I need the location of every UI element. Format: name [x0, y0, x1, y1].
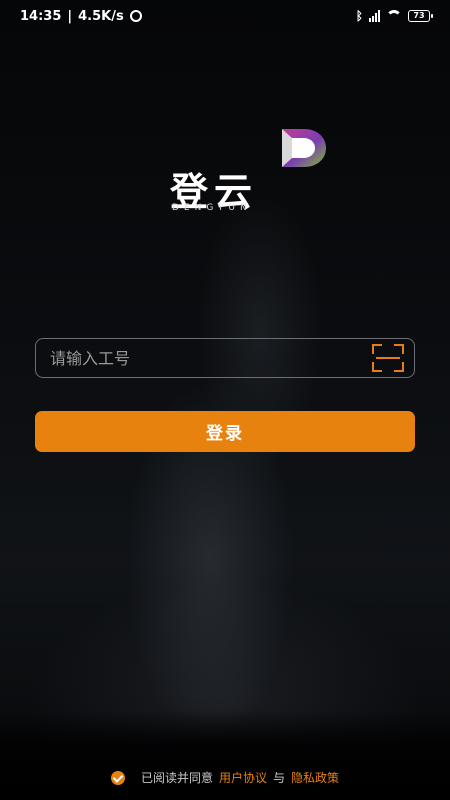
app-logo: 登云 DENGYUN — [168, 125, 338, 215]
login-button[interactable]: 登录 — [35, 411, 415, 452]
status-time: 14:35 — [20, 8, 62, 24]
agreement-checkbox-icon[interactable] — [110, 770, 125, 785]
logo-d-mark-icon — [282, 129, 326, 167]
status-bar: 14:35 | 4.5K/s ᛒ 73 — [0, 0, 450, 32]
logo-subtitle: DENGYUN — [172, 203, 252, 213]
agreement-and: 与 — [273, 771, 286, 785]
night-sky-background — [0, 0, 450, 800]
bluetooth-icon: ᛒ — [355, 9, 363, 23]
battery-icon: 73 — [408, 10, 433, 22]
employee-id-input[interactable] — [48, 347, 372, 369]
mountain-silhouette — [0, 710, 450, 800]
agreement-prefix: 已阅读并同意 — [140, 771, 213, 785]
scan-icon[interactable] — [372, 344, 404, 372]
agreement-row: 已阅读并同意 用户协议 与 隐私政策 — [0, 769, 450, 786]
employee-id-field[interactable] — [35, 338, 415, 378]
network-speed: 4.5K/s — [78, 8, 124, 24]
alarm-icon — [129, 10, 142, 22]
user-agreement-link[interactable]: 用户协议 — [219, 769, 267, 786]
wifi-icon — [386, 10, 402, 22]
status-separator: | — [67, 8, 73, 24]
privacy-policy-link[interactable]: 隐私政策 — [291, 769, 339, 786]
signal-icon — [369, 10, 380, 22]
